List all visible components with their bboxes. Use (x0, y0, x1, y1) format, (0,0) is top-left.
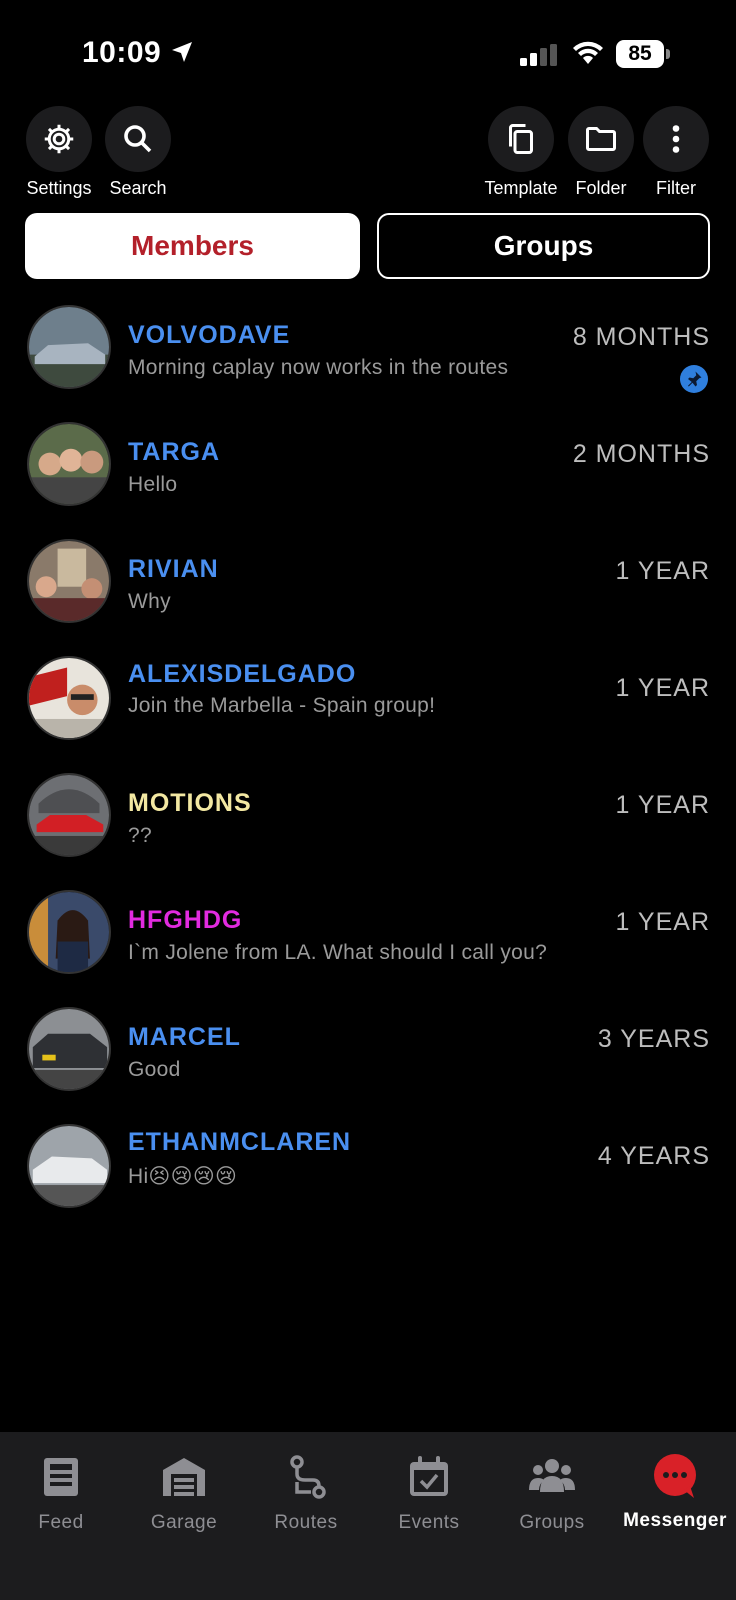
signal-icon (520, 44, 557, 66)
conversation-row[interactable]: MOTIONS ?? 1 YEAR (0, 773, 736, 873)
events-icon (410, 1456, 448, 1496)
gear-icon (44, 124, 74, 154)
groups-icon (529, 1459, 575, 1492)
pin-icon (688, 371, 702, 387)
battery-indicator: 85 (616, 40, 670, 68)
more-vertical-icon (672, 125, 680, 153)
nav-feed[interactable]: Feed (1, 1452, 121, 1534)
contact-name: MOTIONS (128, 789, 252, 817)
location-arrow-icon (172, 42, 192, 62)
last-message: I`m Jolene from LA. What should I call y… (128, 941, 548, 964)
nav-routes-label: Routes (274, 1512, 338, 1533)
conversation-row[interactable]: MARCEL Good 3 YEARS (0, 1007, 736, 1107)
contact-name: VOLVODAVE (128, 321, 291, 349)
last-message: Hello (128, 473, 178, 496)
nav-groups-label: Groups (519, 1512, 585, 1533)
search-label: Search (109, 178, 167, 198)
template-button[interactable]: Template (476, 106, 566, 199)
pinned-badge (680, 365, 708, 393)
avatar (27, 305, 111, 389)
avatar (27, 1007, 111, 1091)
contact-name: ETHANMCLAREN (128, 1128, 352, 1156)
timestamp: 4 YEARS (597, 1142, 710, 1170)
contact-name: MARCEL (128, 1023, 241, 1051)
avatar (27, 773, 111, 857)
last-message: Good (128, 1058, 181, 1081)
messenger-icon (654, 1454, 696, 1498)
garage-icon (163, 1458, 205, 1496)
conversation-row[interactable]: ETHANMCLAREN Hi😣😢😢😢 4 YEARS (0, 1124, 736, 1224)
timestamp: 2 MONTHS (572, 440, 710, 468)
filter-label: Filter (656, 178, 696, 198)
avatar (27, 890, 111, 974)
folder-label: Folder (575, 178, 627, 198)
nav-events[interactable]: Events (369, 1452, 489, 1534)
conversation-row[interactable]: RIVIAN Why 1 YEAR (0, 539, 736, 639)
template-label: Template (484, 178, 558, 198)
contact-name: TARGA (128, 438, 221, 466)
nav-garage-label: Garage (150, 1512, 218, 1533)
nav-messenger-label: Messenger (623, 1510, 727, 1531)
last-message: ?? (128, 824, 152, 847)
last-message: Join the Marbella - Spain group! (128, 694, 436, 717)
timestamp: 1 YEAR (615, 674, 710, 702)
contact-name: HFGHDG (128, 906, 243, 934)
last-message: Morning caplay now works in the routes (128, 356, 509, 379)
search-button[interactable]: Search (93, 106, 183, 199)
status-bar: 10:09 85 (0, 0, 736, 100)
nav-events-label: Events (398, 1512, 460, 1533)
contact-name: ALEXISDELGADO (128, 660, 357, 688)
settings-button[interactable]: Settings (14, 106, 104, 199)
tab-groups[interactable]: Groups (377, 213, 710, 279)
search-icon (124, 125, 152, 153)
folder-icon (586, 127, 616, 151)
avatar (27, 539, 111, 623)
timestamp: 1 YEAR (615, 908, 710, 936)
bottom-nav: Feed Garage Routes Events Groups Messeng… (0, 1432, 736, 1600)
conversation-row[interactable]: TARGA Hello 2 MONTHS (0, 422, 736, 522)
nav-messenger[interactable]: Messenger (615, 1452, 735, 1532)
avatar (27, 422, 111, 506)
nav-feed-label: Feed (38, 1512, 84, 1533)
copy-icon (509, 124, 533, 154)
conversation-row[interactable]: ALEXISDELGADO Join the Marbella - Spain … (0, 656, 736, 756)
timestamp: 1 YEAR (615, 791, 710, 819)
wifi-icon (573, 41, 603, 64)
last-message: Hi😣😢😢😢 (128, 1165, 238, 1188)
avatar (27, 656, 111, 740)
avatar (27, 1124, 111, 1208)
timestamp: 1 YEAR (615, 557, 710, 585)
conversation-row[interactable]: VOLVODAVE Morning caplay now works in th… (0, 305, 736, 405)
feed-icon (44, 1458, 78, 1496)
filter-button[interactable]: Filter (631, 106, 721, 199)
nav-garage[interactable]: Garage (124, 1452, 244, 1534)
routes-icon (290, 1455, 326, 1499)
contact-name: RIVIAN (128, 555, 219, 583)
nav-routes[interactable]: Routes (246, 1452, 366, 1534)
conversation-row[interactable]: HFGHDG I`m Jolene from LA. What should I… (0, 890, 736, 990)
tab-members[interactable]: Members (25, 213, 360, 279)
last-message: Why (128, 590, 171, 613)
settings-label: Settings (26, 178, 92, 198)
status-time: 10:09 (82, 36, 162, 69)
nav-groups[interactable]: Groups (492, 1452, 612, 1534)
timestamp: 3 YEARS (597, 1025, 710, 1053)
timestamp: 8 MONTHS (572, 323, 710, 351)
